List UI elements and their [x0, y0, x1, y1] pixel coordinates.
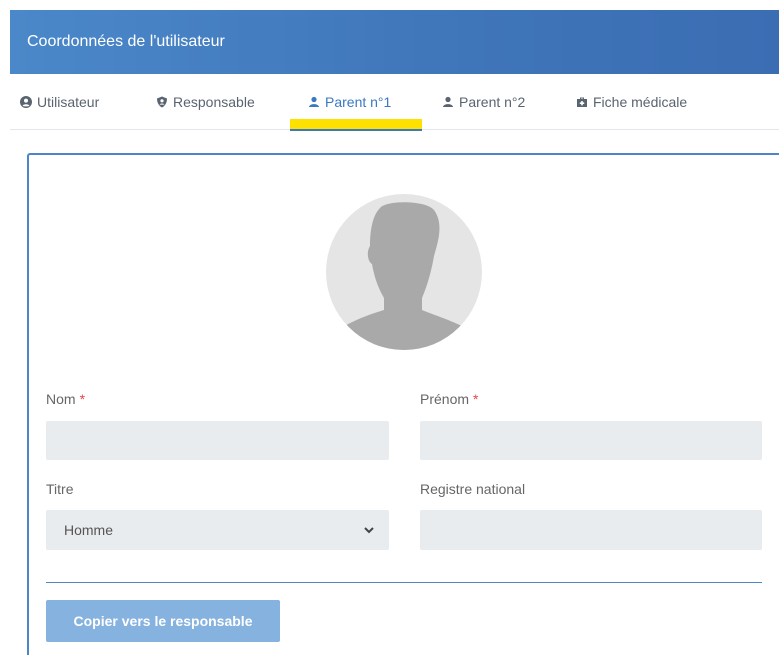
user-icon [443, 96, 453, 107]
chevron-down-icon [364, 527, 374, 534]
tab-label: Utilisateur [37, 94, 100, 110]
tab-label: Parent n°1 [325, 94, 392, 110]
medical-kit-icon [577, 97, 587, 107]
form-divider [46, 582, 762, 583]
titre-label: Titre [46, 481, 74, 497]
active-tab-highlight [290, 119, 422, 129]
prenom-label: Prénom * [420, 391, 479, 407]
copy-to-responsable-button[interactable]: Copier vers le responsable [46, 600, 280, 642]
nom-input[interactable] [46, 421, 389, 460]
tab-parent-2[interactable]: Parent n°2 [442, 74, 525, 130]
page-title: Coordonnées de l'utilisateur [27, 33, 225, 50]
user-circle-icon [20, 96, 32, 108]
active-tab-indicator [290, 129, 422, 131]
required-mark: * [473, 391, 479, 407]
prenom-input[interactable] [420, 421, 762, 460]
user-shield-icon [157, 96, 167, 108]
tab-responsable[interactable]: Responsable [156, 74, 255, 130]
nom-label: Nom * [46, 391, 86, 407]
tab-fiche-medicale[interactable]: Fiche médicale [576, 74, 687, 130]
avatar[interactable] [326, 194, 482, 350]
tab-label: Parent n°2 [459, 94, 526, 110]
titre-select[interactable]: Homme [46, 510, 389, 550]
registre-national-label: Registre national [420, 481, 526, 497]
registre-national-input[interactable] [420, 510, 762, 550]
tab-label: Responsable [173, 94, 255, 110]
user-icon [309, 96, 319, 107]
required-mark: * [79, 391, 86, 407]
page-header: Coordonnées de l'utilisateur [10, 10, 779, 74]
tab-utilisateur[interactable]: Utilisateur [20, 74, 99, 130]
avatar-placeholder-icon [332, 202, 476, 350]
titre-selected-value: Homme [64, 522, 114, 538]
tab-label: Fiche médicale [593, 94, 688, 110]
